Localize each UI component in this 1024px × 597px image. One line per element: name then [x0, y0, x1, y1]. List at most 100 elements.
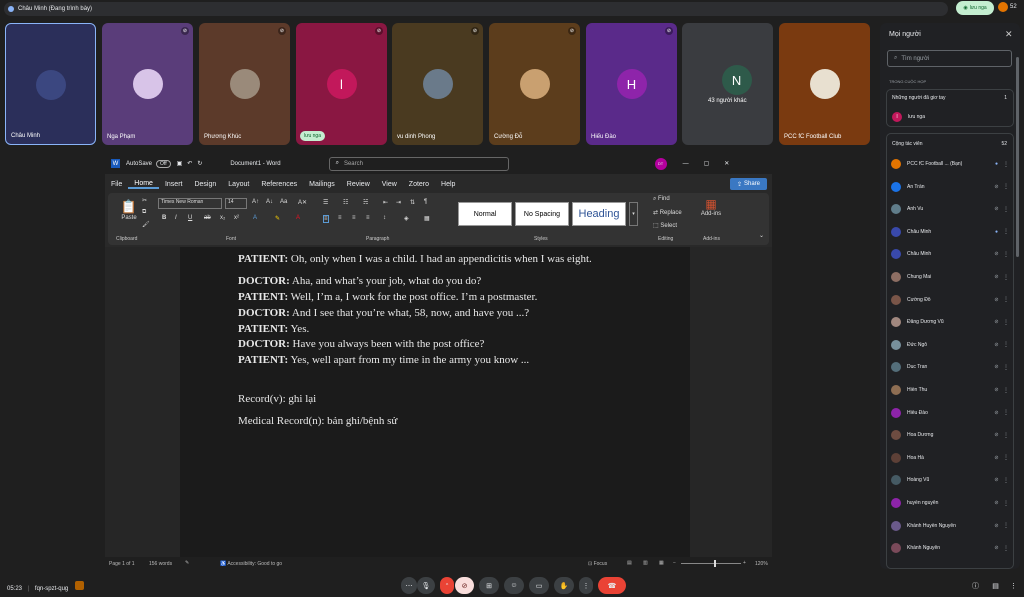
zoom-in-icon[interactable]: + — [743, 560, 746, 566]
justify-icon[interactable]: ≡ — [366, 215, 370, 221]
increase-indent-icon[interactable]: ⇥ — [396, 199, 401, 206]
leave-call-button[interactable]: ☎ — [598, 577, 626, 594]
underline-icon[interactable]: U — [188, 215, 192, 221]
zoom-slider[interactable] — [681, 563, 741, 564]
participant-row[interactable]: Duc Tran ⊘ ⋮ — [891, 361, 1011, 373]
shading-icon[interactable]: ◈ — [404, 215, 409, 222]
people-search-input[interactable]: ⌕ Tìm người — [887, 50, 1012, 67]
participant-row[interactable]: Hoa Hà ⊘ ⋮ — [891, 452, 1011, 464]
cut-icon[interactable]: ✂ — [142, 197, 147, 204]
select-button[interactable]: ⬚ Select — [653, 222, 677, 229]
superscript-icon[interactable]: x² — [234, 215, 239, 221]
participant-row[interactable]: Cường Đỗ ⊘ ⋮ — [891, 294, 1011, 306]
style-heading[interactable]: Heading — [572, 202, 626, 226]
raised-hands-header[interactable]: Những người đã giơ tay — [892, 95, 946, 101]
tab-review[interactable]: Review — [341, 181, 376, 188]
info-button[interactable]: ⓘ — [968, 577, 983, 594]
participant-tile[interactable]: ⊘ vu dinh Phong — [392, 23, 483, 145]
more-vert-icon[interactable]: ⋮ — [1001, 364, 1011, 371]
raised-hand-person[interactable]: l lưu nga — [892, 111, 1010, 123]
align-center-icon[interactable]: ≡ — [338, 215, 342, 221]
document-page[interactable]: PATIENT: Oh, only when I was a child. I … — [180, 247, 690, 557]
proofing-icon[interactable]: ✎ — [185, 560, 189, 566]
bullets-icon[interactable]: ☰ — [323, 199, 328, 206]
participant-tile[interactable]: l ⊘ lưu nga — [296, 23, 387, 145]
close-icon[interactable]: ✕ — [724, 160, 729, 167]
print-layout-icon[interactable]: ▥ — [643, 560, 648, 566]
multilevel-icon[interactable]: ☵ — [363, 199, 368, 206]
participant-row[interactable]: Châu Minh ⊘ ⋮ — [891, 248, 1011, 260]
paste-button[interactable]: 📋 Paste — [118, 199, 140, 221]
tab-references[interactable]: References — [255, 181, 303, 188]
read-mode-icon[interactable]: ▤ — [627, 560, 632, 566]
participant-row[interactable]: Khánh Huyền Nguyễn ⊘ ⋮ — [891, 520, 1011, 532]
more-vert-icon[interactable]: ⋮ — [1001, 274, 1011, 281]
minimize-icon[interactable]: — — [683, 161, 689, 167]
italic-icon[interactable]: I — [175, 215, 177, 221]
sort-icon[interactable]: ⇅ — [410, 199, 415, 206]
more-reactions-button[interactable]: ⋯ — [401, 577, 417, 594]
participant-tile[interactable]: PCC fC Football Club — [779, 23, 870, 145]
bold-icon[interactable]: B — [162, 215, 166, 221]
grow-font-icon[interactable]: A↑ — [252, 199, 259, 205]
zoom-out-icon[interactable]: − — [673, 560, 676, 566]
participant-row[interactable]: Châu Minh ● ⋮ — [891, 226, 1011, 238]
save-icon[interactable]: ▣ — [177, 160, 183, 167]
tab-help[interactable]: Help — [435, 181, 461, 188]
more-vert-icon[interactable]: ⋮ — [1001, 454, 1011, 461]
participant-row[interactable]: Chung Mai ⊘ ⋮ — [891, 271, 1011, 283]
contributors-header[interactable]: Cộng tác viên — [892, 141, 923, 147]
undo-icon[interactable]: ↶ — [187, 160, 192, 167]
tab-design[interactable]: Design — [188, 181, 222, 188]
borders-icon[interactable]: ▦ — [424, 215, 430, 222]
text-effects-icon[interactable]: A — [253, 215, 257, 221]
autosave-toggle[interactable]: Off — [156, 159, 171, 168]
presenting-banner[interactable]: Châu Minh (Đang trình bày) — [4, 2, 948, 16]
participant-row[interactable]: PCC fC Football ... (Bạn) ● ⋮ — [891, 158, 1011, 170]
strikethrough-icon[interactable]: ab — [204, 215, 211, 221]
numbering-icon[interactable]: ☷ — [343, 199, 348, 206]
more-vert-icon[interactable]: ⋮ — [1001, 477, 1011, 484]
more-vert-icon[interactable]: ⋮ — [1001, 432, 1011, 439]
more-vert-icon[interactable]: ⋮ — [1001, 545, 1011, 552]
replace-button[interactable]: ⇄ Replace — [653, 209, 682, 216]
accessibility-status[interactable]: ♿ Accessibility: Good to go — [220, 561, 282, 567]
more-vert-icon[interactable]: ⋮ — [1001, 500, 1011, 507]
meeting-notes-icon[interactable] — [74, 581, 84, 590]
participant-tile[interactable]: N 43 người khác — [682, 23, 773, 145]
camera-off-button[interactable]: ⊘ — [455, 577, 474, 594]
chat-button[interactable]: ▤ — [988, 577, 1003, 594]
style-no-spacing[interactable]: No Spacing — [515, 202, 569, 226]
activities-button[interactable]: ⋮ — [1006, 577, 1021, 594]
line-spacing-icon[interactable]: ↕ — [383, 215, 386, 221]
participant-row[interactable]: Hoa Dương ⊘ ⋮ — [891, 429, 1011, 441]
participant-tile[interactable]: ⊘ Phương Khúc — [199, 23, 290, 145]
shrink-font-icon[interactable]: A↓ — [266, 199, 273, 205]
zoom-level[interactable]: 120% — [755, 561, 768, 567]
font-name-select[interactable]: Times New Roman — [158, 198, 222, 209]
show-marks-icon[interactable]: ¶ — [424, 199, 427, 205]
participant-row[interactable]: Đức Ngô ⊘ ⋮ — [891, 339, 1011, 351]
more-vert-icon[interactable]: ⋮ — [1001, 319, 1011, 326]
tab-insert[interactable]: Insert — [159, 181, 189, 188]
share-button[interactable]: ⇪ Share — [730, 178, 767, 190]
align-right-icon[interactable]: ≡ — [352, 215, 356, 221]
find-button[interactable]: ⌕ Find — [653, 196, 670, 203]
more-vert-icon[interactable]: ⋮ — [1001, 206, 1011, 213]
style-normal[interactable]: Normal — [458, 202, 512, 226]
speaker-pill[interactable]: ◉ lưu nga — [956, 1, 994, 15]
present-button[interactable]: ⊞ — [479, 577, 499, 594]
participant-row[interactable]: huyền nguyễn ⊘ ⋮ — [891, 497, 1011, 509]
user-avatar[interactable]: DT — [654, 157, 667, 170]
more-vert-icon[interactable]: ⋮ — [1001, 161, 1011, 168]
more-vert-icon[interactable]: ⋮ — [1001, 341, 1011, 348]
close-icon[interactable]: ✕ — [1005, 29, 1013, 40]
participant-row[interactable]: Anh Vu ⊘ ⋮ — [891, 203, 1011, 215]
more-vert-icon[interactable]: ⋮ — [1001, 183, 1011, 190]
captions-button[interactable]: ▭ — [529, 577, 549, 594]
format-painter-icon[interactable]: 🖌 — [142, 221, 150, 228]
tab-mailings[interactable]: Mailings — [303, 181, 341, 188]
raise-hand-button[interactable]: ✋ — [554, 577, 574, 594]
more-vert-icon[interactable]: ⋮ — [1001, 228, 1011, 235]
participant-row[interactable]: Hoàng Vũ ⊘ ⋮ — [891, 474, 1011, 486]
